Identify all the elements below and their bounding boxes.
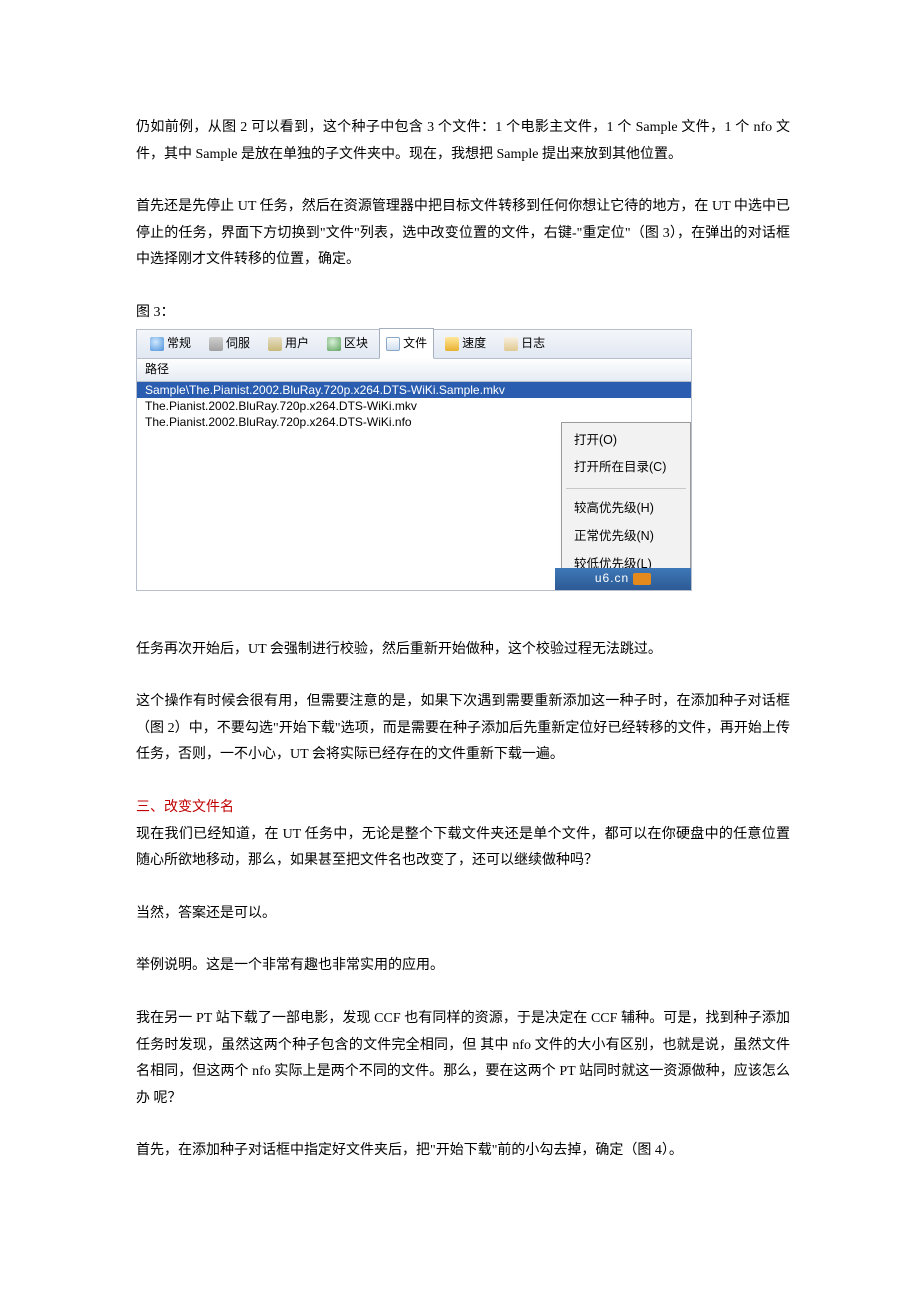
tab-label: 速度 bbox=[462, 332, 486, 355]
context-menu: 打开(O) 打开所在目录(C) 较高优先级(H) 正常优先级(N) 较低优先级(… bbox=[561, 422, 691, 591]
tab-label: 日志 bbox=[521, 332, 545, 355]
column-header-path[interactable]: 路径 bbox=[136, 358, 692, 382]
tree-icon bbox=[209, 337, 223, 351]
paragraph-4: 这个操作有时候会很有用，但需要注意的是，如果下次遇到需要重新添加这一种子时，在添… bbox=[136, 689, 790, 769]
tab-label: 伺服 bbox=[226, 332, 250, 355]
paragraph-2: 首先还是先停止 UT 任务，然后在资源管理器中把目标文件转移到任何你想让它待的地… bbox=[136, 194, 790, 274]
info-icon bbox=[150, 337, 164, 351]
log-icon bbox=[504, 337, 518, 351]
tab-label: 区块 bbox=[344, 332, 368, 355]
file-list: Sample\The.Pianist.2002.BluRay.720p.x264… bbox=[136, 382, 692, 591]
menu-priority-high[interactable]: 较高优先级(H) bbox=[562, 495, 690, 523]
tab-label: 文件 bbox=[403, 332, 427, 355]
paragraph-6: 当然，答案还是可以。 bbox=[136, 901, 790, 928]
figure-3-label: 图 3： bbox=[136, 300, 790, 327]
menu-priority-normal[interactable]: 正常优先级(N) bbox=[562, 523, 690, 551]
paragraph-9: 首先，在添加种子对话框中指定好文件夹后，把"开始下载"前的小勾去掉，确定（图 4… bbox=[136, 1138, 790, 1165]
watermark-bar: u6.cn bbox=[555, 568, 691, 590]
paragraph-5: 现在我们已经知道，在 UT 任务中，无论是整个下载文件夹还是单个文件，都可以在你… bbox=[136, 822, 790, 875]
document-page: 仍如前例，从图 2 可以看到，这个种子中包含 3 个文件：1 个电影主文件，1 … bbox=[0, 0, 920, 1302]
watermark-text: u6.cn bbox=[595, 567, 629, 590]
tab-strip: 常规 伺服 用户 区块 文件 速度 日志 bbox=[136, 329, 692, 358]
tab-label: 用户 bbox=[285, 332, 309, 355]
bolt-icon bbox=[445, 337, 459, 351]
heading-section-3: 三、改变文件名 bbox=[136, 795, 790, 822]
tab-blocks[interactable]: 区块 bbox=[320, 328, 375, 359]
paragraph-3: 任务再次开始后，UT 会强制进行校验，然后重新开始做种，这个校验过程无法跳过。 bbox=[136, 637, 790, 664]
globe-icon bbox=[327, 337, 341, 351]
figure-3-screenshot: 常规 伺服 用户 区块 文件 速度 日志 路径 Sample\The.Piani… bbox=[136, 329, 692, 591]
key-icon bbox=[633, 573, 651, 585]
menu-separator bbox=[566, 488, 686, 489]
tab-files[interactable]: 文件 bbox=[379, 328, 434, 359]
file-row-selected[interactable]: Sample\The.Pianist.2002.BluRay.720p.x264… bbox=[137, 382, 691, 398]
file-icon bbox=[386, 337, 400, 351]
user-icon bbox=[268, 337, 282, 351]
tab-servers[interactable]: 伺服 bbox=[202, 328, 257, 359]
paragraph-1: 仍如前例，从图 2 可以看到，这个种子中包含 3 个文件：1 个电影主文件，1 … bbox=[136, 115, 790, 168]
menu-open[interactable]: 打开(O) bbox=[562, 427, 690, 455]
file-row[interactable]: The.Pianist.2002.BluRay.720p.x264.DTS-Wi… bbox=[137, 398, 691, 414]
paragraph-7: 举例说明。这是一个非常有趣也非常实用的应用。 bbox=[136, 953, 790, 980]
menu-open-dir[interactable]: 打开所在目录(C) bbox=[562, 454, 690, 482]
tab-general[interactable]: 常规 bbox=[143, 328, 198, 359]
tab-speed[interactable]: 速度 bbox=[438, 328, 493, 359]
paragraph-8: 我在另一 PT 站下载了一部电影，发现 CCF 也有同样的资源，于是决定在 CC… bbox=[136, 1006, 790, 1112]
tab-users[interactable]: 用户 bbox=[261, 328, 316, 359]
tab-label: 常规 bbox=[167, 332, 191, 355]
tab-log[interactable]: 日志 bbox=[497, 328, 552, 359]
